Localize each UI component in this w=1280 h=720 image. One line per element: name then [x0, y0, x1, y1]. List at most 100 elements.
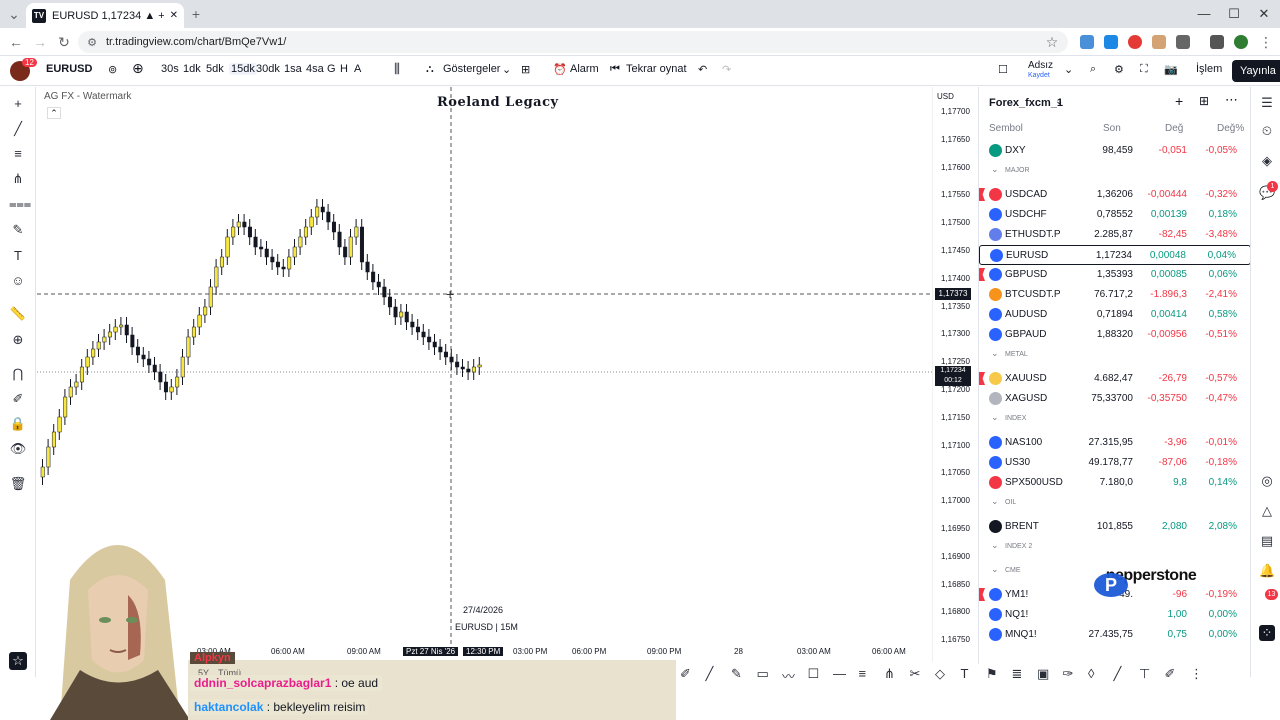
drawing-tool-icon[interactable]: ✐ [680, 666, 691, 682]
apps-grid-icon[interactable]: ⁘ [1259, 625, 1275, 641]
price-axis[interactable]: USD 1,17700 1,17650 1,17600 1,17550 1,17500 1… [932, 87, 974, 662]
watchlist-more-icon[interactable]: ⋯ [1225, 92, 1238, 108]
watchlist-row[interactable]: ETHUSDT.P 2.285,87 -82,45 -3,48% [979, 225, 1251, 245]
drawing-tool-icon[interactable]: 〰 [782, 666, 795, 685]
zoom-icon[interactable]: ⊕ [9, 331, 27, 349]
crosshair-icon[interactable]: + [9, 95, 27, 113]
interval-30dk[interactable]: 30dk [256, 63, 280, 75]
back-arrow-icon[interactable]: ← [6, 32, 26, 52]
interval-1sa[interactable]: 1sa [284, 63, 302, 75]
emoji-icon[interactable]: ☺ [9, 272, 27, 290]
interval-1dk[interactable]: 1dk [183, 63, 201, 75]
bookmark-star-icon[interactable]: ☆ [1042, 32, 1062, 52]
profile-avatar-icon[interactable] [1234, 35, 1248, 49]
text-icon[interactable]: T [9, 247, 27, 265]
watchlist-icon[interactable]: ☰ [1259, 95, 1275, 111]
interval-30s[interactable]: 30s [161, 63, 179, 75]
interval-A[interactable]: A [354, 63, 361, 75]
watchlist-row[interactable]: NQ1! 1,00 0,00% [979, 605, 1251, 625]
watchlist-section[interactable]: MAJOR [991, 164, 1029, 175]
watchlist-name[interactable]: Forex_fxcm_1 [989, 97, 1063, 109]
watchlist-section[interactable]: METAL [991, 348, 1028, 359]
profile-name[interactable]: Adsız [1028, 60, 1053, 71]
watchlist-row[interactable]: SPX500USD 7.180,0 9,8 0,14% [979, 473, 1251, 493]
ruler-icon[interactable]: 📏 [9, 305, 27, 323]
save-dropdown-icon[interactable]: ⌄ [1064, 63, 1073, 76]
collapse-legend-icon[interactable]: ⌃ [47, 107, 61, 119]
advanced-view-icon[interactable]: ⊞ [1199, 94, 1209, 108]
drawing-tool-icon[interactable]: ▭ [757, 666, 769, 682]
drawing-tool-icon[interactable]: ≣ [1012, 666, 1023, 682]
interval-15dk[interactable]: 15dk [229, 63, 257, 75]
col-last[interactable]: Son [1103, 123, 1121, 134]
col-symbol[interactable]: Sembol [989, 123, 1023, 134]
drawing-tool-icon[interactable]: ⊤ [1139, 666, 1150, 682]
publish-button[interactable]: Yayınla [1232, 60, 1280, 82]
layout-square-icon[interactable]: ☐ [998, 63, 1008, 76]
quick-search-icon[interactable]: ⌕ [1090, 63, 1096, 76]
new-tab-button[interactable]: + [186, 4, 206, 24]
drawing-tool-icon[interactable]: ╱ [706, 666, 714, 682]
compare-add-icon[interactable]: ⊕ [132, 60, 144, 77]
interval-G[interactable]: G [327, 63, 336, 75]
site-info-icon[interactable]: ⚙ [82, 33, 102, 53]
parallel-lines-icon[interactable]: ≡ [9, 145, 27, 163]
browser-tab[interactable]: TV EURUSD 1,17234 ▲ +0.04% Ad ✕ [26, 3, 184, 28]
currency-label[interactable]: USD [937, 92, 954, 101]
interval-H[interactable]: H [340, 63, 348, 75]
reload-icon[interactable]: ↻ [54, 32, 74, 52]
watchlist-section[interactable]: CME [991, 564, 1020, 575]
extension-icon[interactable] [1104, 35, 1118, 49]
undo-icon[interactable]: ↶ [698, 63, 707, 76]
trade-button[interactable]: İşlem [1196, 63, 1222, 75]
ideas-icon[interactable]: △ [1259, 503, 1275, 519]
maximize-button[interactable]: ☐ [1220, 4, 1248, 24]
watchlist-row[interactable]: EURUSD 1,17234 0,00048 0,04% [979, 245, 1251, 265]
indicators-icon[interactable]: ⛬ [426, 63, 434, 76]
pitchfork-icon[interactable]: ⋔ [9, 170, 27, 188]
drawing-tool-icon[interactable]: ✑ [1063, 666, 1074, 682]
indicators-dropdown-icon[interactable]: ⌄ [502, 63, 511, 76]
media-icon[interactable] [1210, 35, 1224, 49]
redo-icon[interactable]: ↷ [722, 63, 731, 76]
fib-icon[interactable]: ⩶ [9, 195, 31, 213]
watchlist-section[interactable]: INDEX 2 [991, 540, 1032, 551]
watchlist-row[interactable]: MNQ1! 27.435,75 0,75 0,00% [979, 625, 1251, 645]
lock-drawing-icon[interactable]: ✐ [9, 390, 27, 408]
drawing-tool-icon[interactable]: — [833, 666, 846, 681]
symbol-info-icon[interactable]: ⊚ [108, 63, 117, 76]
magnet-icon[interactable]: ⋂ [9, 365, 27, 383]
tab-search-icon[interactable]: ⌄ [4, 4, 24, 24]
interval-4sa[interactable]: 4sa [306, 63, 324, 75]
watchlist-row[interactable]: USDCHF 0,78552 0,00139 0,18% [979, 205, 1251, 225]
col-change[interactable]: Değ [1165, 123, 1183, 134]
alerts-clock-icon[interactable]: ⏲ [1259, 123, 1275, 139]
lock-icon[interactable]: 🔒 [9, 415, 27, 433]
watchlist-row[interactable]: NAS100 27.315,95 -3,96 -0,01% [979, 433, 1251, 453]
alarm-icon[interactable]: ⏰ [553, 63, 567, 76]
watchlist-row[interactable]: BRENT 101,855 2,080 2,08% [979, 517, 1251, 537]
notifications-bell-icon[interactable]: 🔔 [1259, 563, 1275, 579]
minimize-button[interactable]: — [1190, 4, 1218, 24]
drawing-tool-icon[interactable]: ⋔ [884, 666, 895, 682]
browser-menu-icon[interactable]: ⋮ [1256, 32, 1276, 52]
interval-5dk[interactable]: 5dk [206, 63, 224, 75]
drawing-tool-icon[interactable]: ◇ [935, 666, 945, 682]
favorites-star-icon[interactable]: ☆ [9, 652, 27, 670]
drawing-tool-icon[interactable]: ✂ [910, 666, 921, 682]
drawing-tool-icon[interactable]: ◊ [1088, 666, 1094, 681]
watchlist-row[interactable]: XAUUSD 4.682,47 -26,79 -0,57% [979, 369, 1251, 389]
layouts-icon[interactable]: ⊞ [521, 63, 530, 76]
visibility-eye-icon[interactable]: 👁 [9, 440, 27, 458]
close-window-button[interactable]: ✕ [1250, 4, 1278, 24]
trend-line-icon[interactable]: ╱ [9, 120, 27, 138]
symbol-search[interactable]: EURUSD [46, 63, 92, 75]
calendar-icon[interactable]: ▤ [1259, 533, 1275, 549]
extensions-puzzle-icon[interactable] [1176, 35, 1190, 49]
extension-icon[interactable] [1128, 35, 1142, 49]
settings-gear-icon[interactable]: ⚙ [1114, 63, 1124, 76]
layers-icon[interactable]: ◈ [1259, 153, 1275, 169]
watchlist-row[interactable]: AUDUSD 0,71894 0,00414 0,58% [979, 305, 1251, 325]
extension-icon[interactable] [1152, 35, 1166, 49]
watchlist-row[interactable]: US30 49.178,77 -87,06 -0,18% [979, 453, 1251, 473]
